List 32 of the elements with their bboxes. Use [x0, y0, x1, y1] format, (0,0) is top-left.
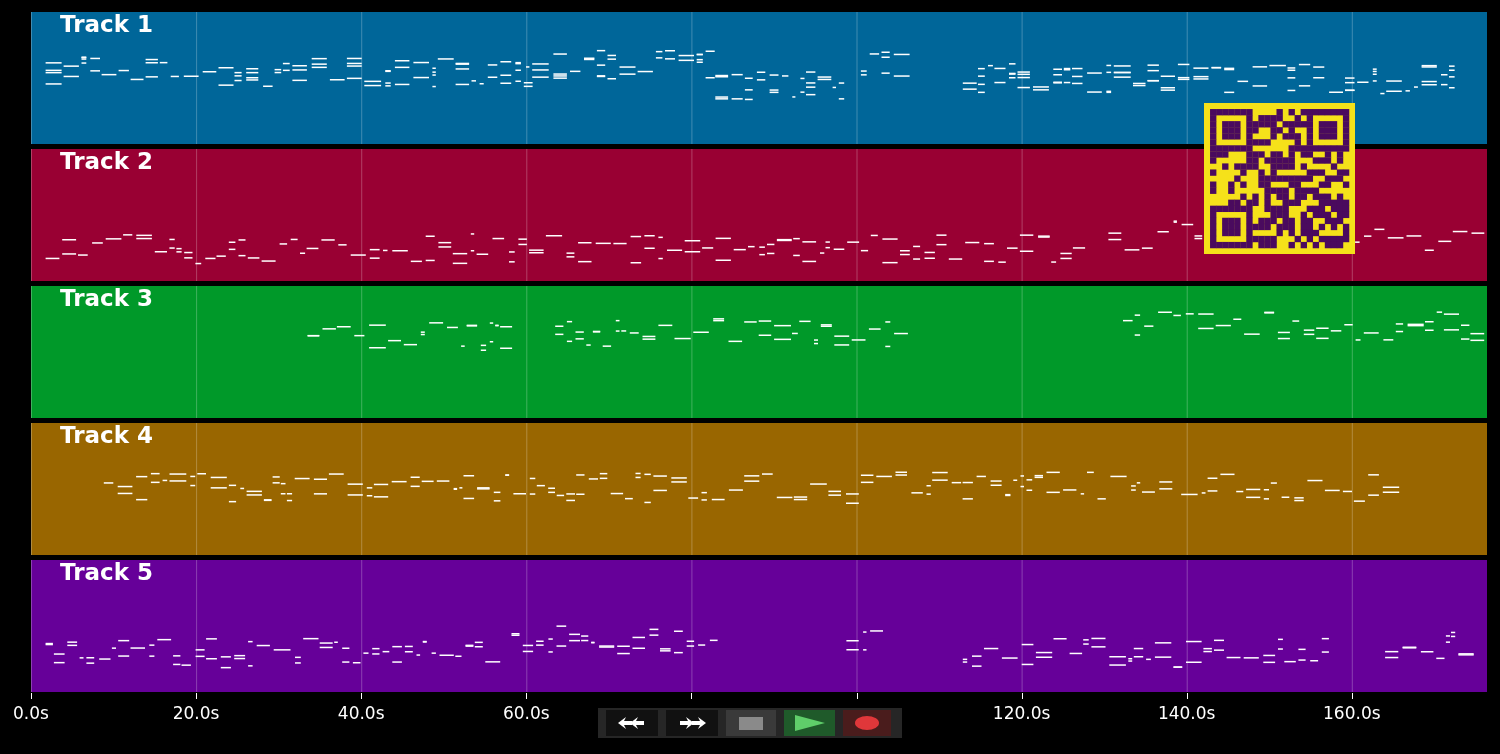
- tick-mark: [1186, 693, 1188, 699]
- track-name: Track 5: [60, 560, 153, 585]
- tick-label: 120.0s: [992, 703, 1051, 723]
- track-name: Track 4: [60, 423, 153, 448]
- tick-mark: [196, 693, 198, 699]
- tick-mark: [31, 693, 32, 699]
- rewind-button[interactable]: [606, 710, 658, 736]
- record-icon: [855, 716, 879, 730]
- stop-icon: [739, 716, 763, 730]
- play-icon: [794, 715, 825, 731]
- tick-mark: [691, 693, 693, 699]
- qr-code-icon: [1204, 103, 1355, 254]
- tick-mark: [526, 693, 528, 699]
- track-name: Track 2: [60, 149, 153, 174]
- tick-mark: [856, 693, 858, 699]
- tick-label: 20.0s: [172, 703, 220, 723]
- tick-label: 160.0s: [1323, 703, 1381, 723]
- record-button[interactable]: [843, 710, 891, 736]
- tick-label: 60.0s: [502, 703, 550, 723]
- fast-forward-button[interactable]: [666, 710, 718, 736]
- rewind-icon: [617, 716, 647, 730]
- tick-label: 40.0s: [337, 703, 385, 723]
- tick-mark: [1021, 693, 1023, 699]
- tick-label: 140.0s: [1157, 703, 1216, 723]
- track-name: Track 1: [60, 12, 153, 37]
- fast-forward-icon: [677, 716, 707, 730]
- stop-button[interactable]: [726, 710, 776, 736]
- tick-mark: [1351, 693, 1353, 699]
- track-name: Track 3: [60, 286, 153, 311]
- tick-mark: [361, 693, 363, 699]
- play-button[interactable]: [784, 710, 835, 736]
- tick-label: 0.0s: [13, 703, 49, 723]
